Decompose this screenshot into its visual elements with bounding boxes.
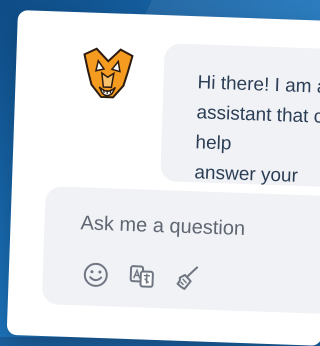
chat-window: Hi there! I am an assistant that can hel…: [7, 10, 320, 346]
broom-icon[interactable]: [170, 261, 205, 296]
question-input[interactable]: [78, 207, 313, 247]
message-composer: [42, 186, 320, 314]
assistant-message-bubble: Hi there! I am an assistant that can hel…: [160, 43, 320, 189]
emoji-icon[interactable]: [78, 257, 113, 292]
translate-icon[interactable]: [124, 259, 159, 294]
cougar-mascot-icon: [77, 42, 139, 104]
